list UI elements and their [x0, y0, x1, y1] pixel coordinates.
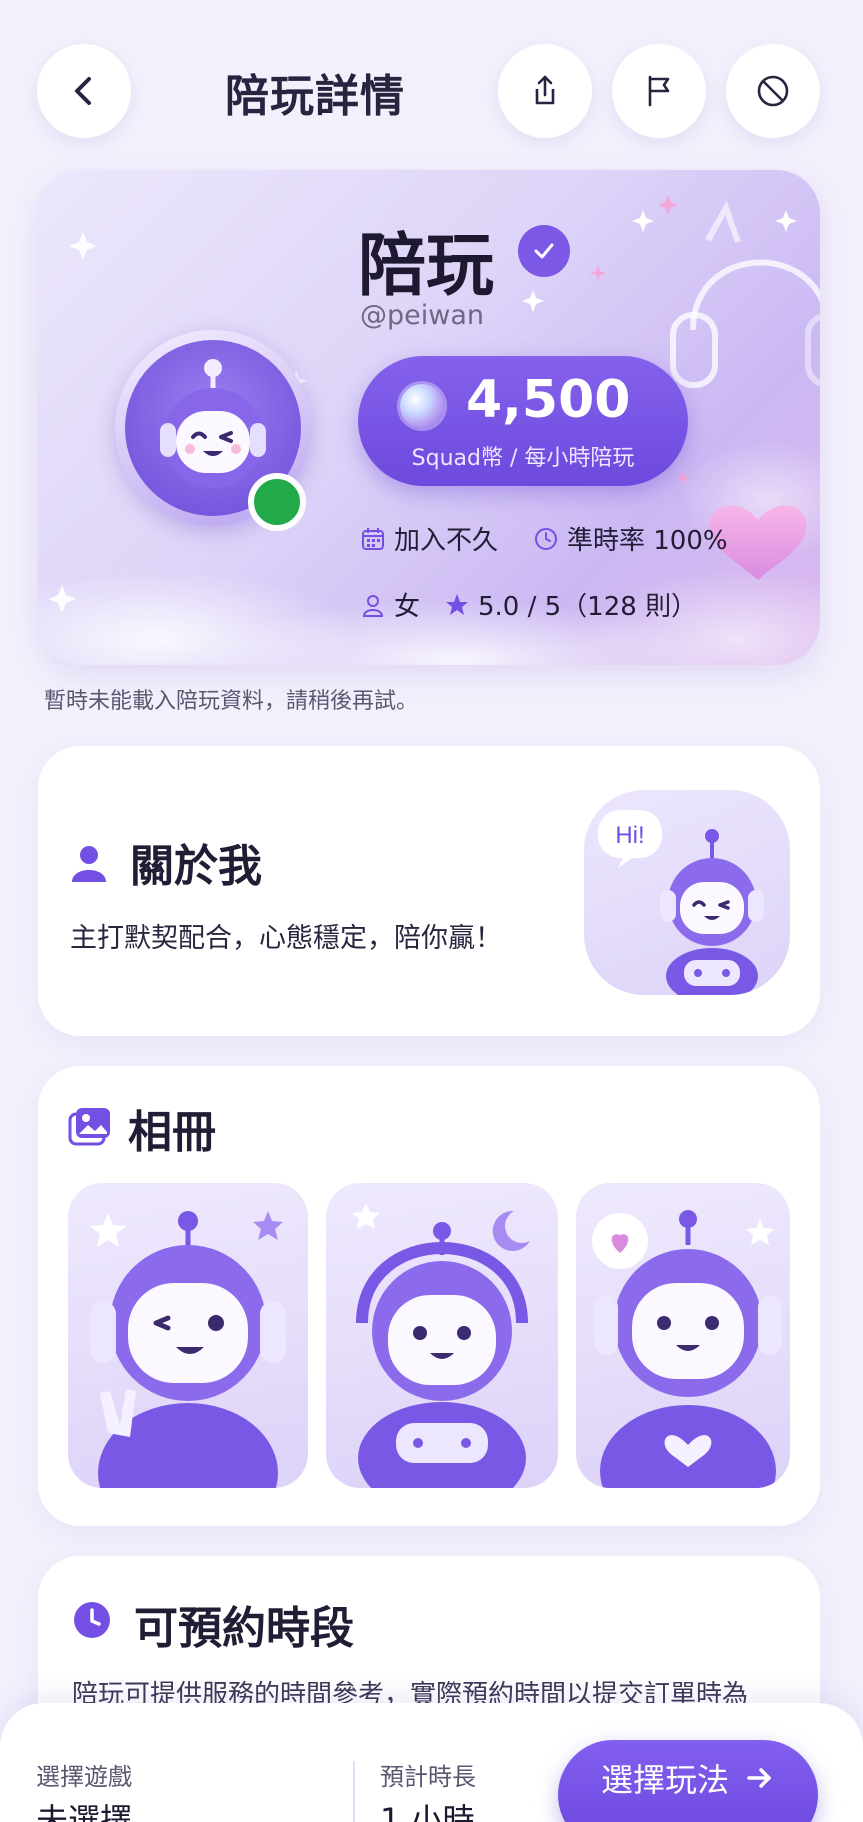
robot-heart-hands-icon — [592, 1210, 782, 1488]
album-photo[interactable] — [68, 1183, 308, 1488]
flag-icon — [648, 75, 670, 107]
select-play-label: 選擇玩法 — [600, 1761, 729, 1799]
album-title: 相冊 — [128, 1107, 216, 1158]
user-icon — [72, 846, 106, 882]
gender-info: 女 — [360, 586, 420, 623]
duration-value: 1 小時 — [380, 1801, 475, 1822]
bubble-text: Hi! — [615, 822, 644, 849]
gallery-icon — [68, 1108, 110, 1146]
album-card: 相冊 — [38, 1066, 820, 1526]
album-photo[interactable] — [326, 1183, 558, 1488]
star-icon — [446, 593, 468, 615]
booking-bar: 選擇遊戲 未選擇 預計時長 1 小時 選擇玩法 — [0, 1703, 863, 1822]
back-button[interactable] — [37, 44, 131, 138]
companion-handle: @peiwan — [360, 300, 484, 331]
block-icon — [757, 75, 789, 107]
companion-name: 陪玩 — [358, 227, 495, 306]
rating-info: 5.0 / 5（128 則） — [444, 586, 697, 623]
chevron-left-icon — [75, 77, 91, 105]
select-play-button[interactable]: 選擇玩法 — [558, 1740, 818, 1822]
duration-selector[interactable]: 預計時長 1 小時 — [356, 1703, 546, 1822]
about-card: 關於我 主打默契配合，心態穩定，陪你贏！ Hi! — [38, 746, 820, 1036]
duration-label: 預計時長 — [380, 1763, 476, 1791]
block-button[interactable] — [726, 44, 820, 138]
clock-icon — [74, 1602, 110, 1638]
calendar-icon — [362, 527, 384, 550]
about-body: 主打默契配合，心態穩定，陪你贏！ — [70, 923, 502, 954]
price-amount: 4,500 — [466, 370, 631, 430]
robot-peace-sign-icon — [90, 1211, 286, 1488]
check-icon — [534, 243, 554, 259]
divider — [353, 1761, 355, 1822]
game-selector[interactable]: 選擇遊戲 未選擇 — [0, 1703, 350, 1822]
punctuality-info: 準時率 100% — [533, 520, 728, 557]
page-title: 陪玩詳情 — [225, 71, 405, 122]
clock-icon — [535, 527, 557, 550]
online-status-dot — [248, 473, 306, 531]
price-unit: Squad幣 / 每小時陪玩 — [411, 446, 635, 471]
about-title: 關於我 — [130, 841, 262, 892]
album-photo[interactable] — [576, 1183, 790, 1488]
game-value: 未選擇 — [36, 1801, 133, 1822]
squad-coin-icon — [400, 384, 444, 428]
punctuality-text: 準時率 100% — [567, 526, 728, 556]
gender-text: 女 — [394, 592, 421, 622]
profile-hero-card: 陪玩 @peiwan 4,500 Squad幣 / 每小時陪玩 加入不久 準時率… — [38, 170, 820, 665]
schedule-title: 可預約時段 — [134, 1603, 354, 1654]
game-label: 選擇遊戲 — [36, 1763, 132, 1791]
arrow-right-icon — [747, 1768, 771, 1788]
rating-text: 5.0 / 5（128 則） — [478, 592, 698, 622]
joined-info: 加入不久 — [360, 520, 498, 557]
verified-badge — [518, 225, 570, 277]
robot-gamer-headset-icon — [352, 1203, 530, 1488]
report-button[interactable] — [612, 44, 706, 138]
person-icon — [362, 594, 384, 617]
robot-gamer-icon: Hi! — [598, 810, 764, 995]
load-error-message: 暫時未能載入陪玩資料，請稍後再試。 — [44, 689, 419, 714]
share-button[interactable] — [498, 44, 592, 138]
joined-text: 加入不久 — [394, 526, 499, 556]
hourly-price-pill: 4,500 Squad幣 / 每小時陪玩 — [358, 356, 688, 486]
share-icon — [535, 75, 555, 105]
mascot-illustration: Hi! — [584, 790, 790, 995]
